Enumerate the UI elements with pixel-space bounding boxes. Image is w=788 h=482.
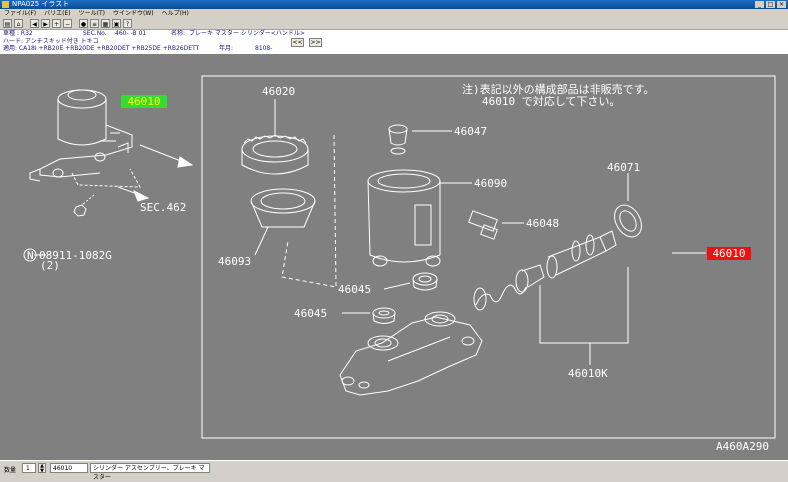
qty-value: 1 xyxy=(26,465,30,472)
part-number-field: 46010 xyxy=(50,463,88,473)
help-icon[interactable]: ? xyxy=(123,19,132,28)
toolbar: ▤ ⌂ ◀ ▶ + − ● ≡ ▦ ▣ ? xyxy=(0,18,788,30)
home-icon[interactable]: ⌂ xyxy=(14,19,23,28)
label-46048: 46048 xyxy=(526,217,559,230)
part-46093 xyxy=(250,188,316,256)
maximize-button[interactable]: □ xyxy=(766,1,775,8)
forward-icon[interactable]: ▶ xyxy=(41,19,50,28)
label-46093: 46093 xyxy=(218,255,251,268)
label-46045-lower: 46045 xyxy=(294,307,327,320)
name-label: 名称: xyxy=(171,30,186,37)
highlight-46010-red[interactable]: 46010 xyxy=(707,247,751,260)
part-46020 xyxy=(241,99,309,175)
label-46090: 46090 xyxy=(474,177,507,190)
qty-label: 数量 xyxy=(4,467,17,474)
title-bar: NPA025 イラスト _ □ × xyxy=(0,0,788,9)
model-value: : R32 xyxy=(17,30,33,37)
zoom-out-icon[interactable]: − xyxy=(63,19,72,28)
list-icon[interactable]: ≡ xyxy=(90,19,99,28)
highlight-46010-green[interactable]: 46010 xyxy=(121,95,167,108)
detail-frame xyxy=(201,75,776,439)
model-label: 車種 xyxy=(3,30,16,37)
menu-help[interactable]: ヘルプ(H) xyxy=(162,9,189,18)
label-sec-462: SEC.462 xyxy=(140,201,186,214)
menu-window[interactable]: ウインドウ(W) xyxy=(113,9,154,18)
info-panel: 車種 : R32 SEC.No. 460- -B 01 名称: ブレーキ マスタ… xyxy=(0,30,788,55)
note-line-2: 46010 で対応して下さい。 xyxy=(482,94,620,108)
overview-assembly xyxy=(29,89,194,256)
label-bolt-qty: (2) xyxy=(40,259,60,272)
part-46071 xyxy=(614,173,642,238)
part-46010K xyxy=(473,230,629,365)
note-line-1: 注)表記以外の構成部品は非販売です。 xyxy=(462,82,655,96)
bolt-n-letter: N xyxy=(27,249,34,262)
diagram-ref-code: A460A290 xyxy=(716,440,769,453)
cylinder-body xyxy=(339,311,483,396)
part-46047 xyxy=(388,124,452,155)
cart-icon[interactable]: ▣ xyxy=(112,19,121,28)
prev-button[interactable]: << xyxy=(291,38,304,47)
label-46010K: 46010K xyxy=(568,367,608,380)
minimize-button[interactable]: _ xyxy=(755,1,764,8)
fit-icon[interactable]: ● xyxy=(79,19,88,28)
print-icon[interactable]: ▤ xyxy=(3,19,12,28)
menu-bar: ファイル(F) バリエ(E) ツール(T) ウインドウ(W) ヘルプ(H) xyxy=(0,9,788,18)
window-title: NPA025 イラスト xyxy=(12,0,70,8)
menu-tools[interactable]: ツール(T) xyxy=(79,9,105,18)
sec-label: SEC.No. xyxy=(83,30,107,37)
grid-icon[interactable]: ▦ xyxy=(101,19,110,28)
label-46020: 46020 xyxy=(262,85,295,98)
app-icon xyxy=(2,1,9,8)
apply-value: 適用: CA18I +RB20E +RB20DE +RB20DET +RB25D… xyxy=(3,45,200,52)
menu-file[interactable]: ファイル(F) xyxy=(4,9,36,18)
year-label: 年月: xyxy=(219,45,234,52)
sec-value: 460- -B 01 xyxy=(115,30,147,37)
parts-diagram: 注)表記以外の構成部品は非販売です。 46010 で対応して下さい。 46020… xyxy=(23,75,776,453)
part-46048 xyxy=(468,210,524,240)
label-46045-upper: 46045 xyxy=(338,283,371,296)
part-name-field: シリンダー アスセンブリー、ブレーキ マスター xyxy=(90,463,210,481)
next-button[interactable]: >> xyxy=(309,38,322,47)
back-icon[interactable]: ◀ xyxy=(30,19,39,28)
part-46090 xyxy=(367,169,472,267)
name-value: ブレーキ マスター シリンダー<ハンドル> xyxy=(189,30,305,37)
qty-stepper[interactable]: ▲ ▼ xyxy=(38,463,46,474)
label-46071: 46071 xyxy=(607,161,640,174)
label-46047: 46047 xyxy=(454,125,487,138)
close-button[interactable]: × xyxy=(777,1,786,8)
qty-input[interactable]: 1 xyxy=(22,463,36,473)
part-46045-upper xyxy=(383,272,438,291)
year-value: 8108- xyxy=(255,45,273,52)
part-46045-lower xyxy=(342,307,396,324)
menu-variation[interactable]: バリエ(E) xyxy=(44,9,70,18)
status-bar: 数量 1 ▲ ▼ 46010 シリンダー アスセンブリー、ブレーキ マスター xyxy=(0,460,788,481)
zoom-in-icon[interactable]: + xyxy=(52,19,61,28)
illustration-canvas[interactable]: 注)表記以外の構成部品は非販売です。 46010 で対応して下さい。 46020… xyxy=(0,55,788,460)
